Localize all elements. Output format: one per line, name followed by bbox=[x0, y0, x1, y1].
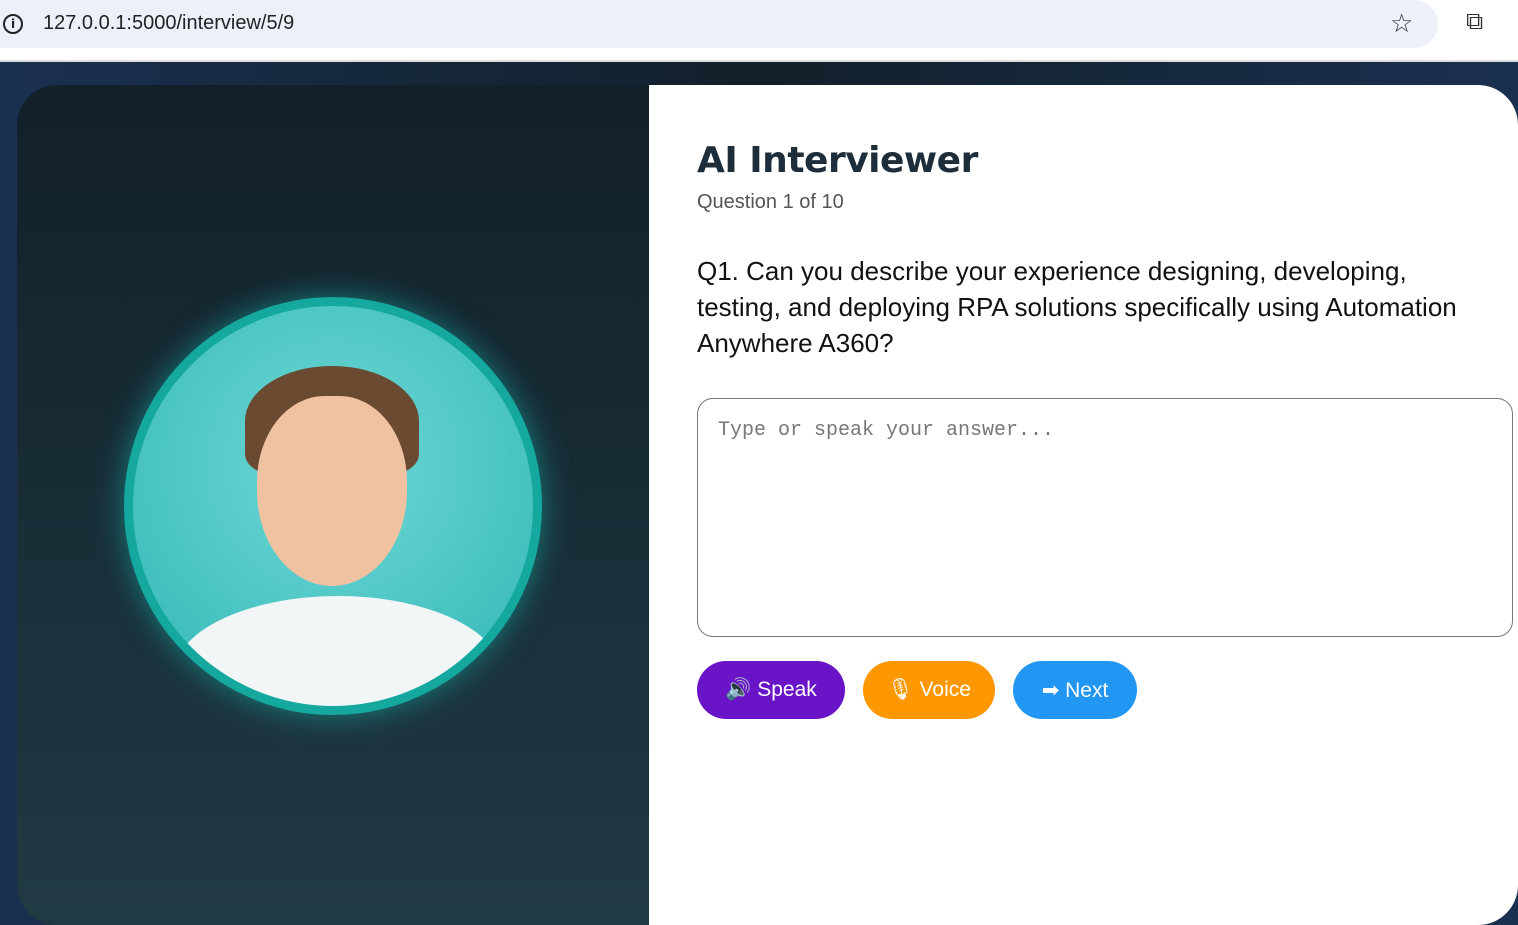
address-bar[interactable]: i 127.0.0.1:5000/interview/5/9 bbox=[0, 0, 1438, 48]
extensions-icon[interactable]: ⧉ bbox=[1466, 8, 1483, 36]
avatar-body bbox=[173, 596, 503, 706]
site-info-icon[interactable]: i bbox=[3, 14, 23, 34]
interview-panel: AI Interviewer Question 1 of 10 Q1. Can … bbox=[649, 85, 1518, 925]
speak-button[interactable]: 🔊 Speak bbox=[697, 661, 845, 719]
avatar-panel bbox=[17, 85, 649, 925]
avatar-face bbox=[257, 396, 407, 586]
voice-button[interactable]: 🎙 Voice bbox=[863, 661, 995, 719]
url-text[interactable]: 127.0.0.1:5000/interview/5/9 bbox=[43, 12, 294, 35]
answer-input[interactable] bbox=[697, 398, 1513, 637]
question-text: Q1. Can you describe your experience des… bbox=[697, 256, 1457, 358]
interviewer-avatar bbox=[124, 297, 542, 715]
question-progress: Question 1 of 10 bbox=[697, 191, 844, 213]
page-title: AI Interviewer bbox=[697, 140, 978, 181]
bookmark-star-icon[interactable]: ☆ bbox=[1390, 8, 1413, 39]
next-button[interactable]: ➡ Next bbox=[1013, 661, 1137, 719]
